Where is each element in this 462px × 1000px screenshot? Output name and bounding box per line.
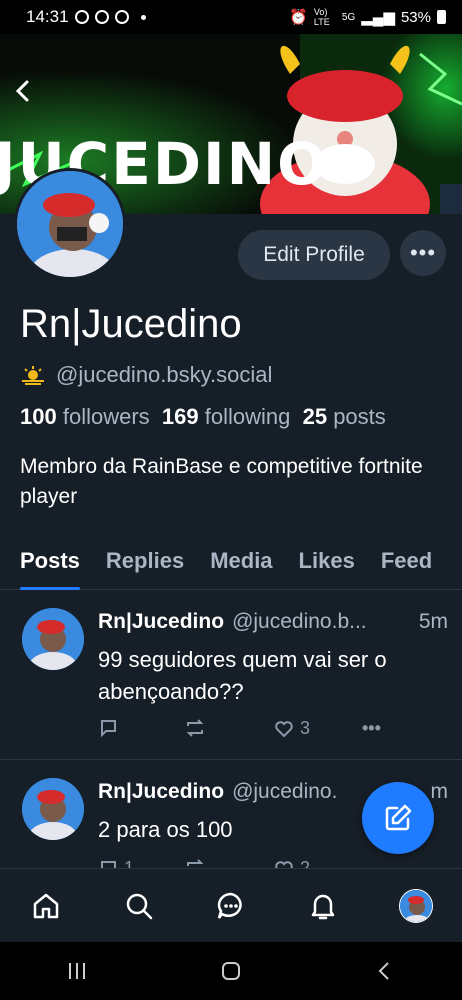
bell-icon xyxy=(312,894,335,919)
battery-text: 53% xyxy=(400,8,431,26)
tab-feed[interactable]: Feed xyxy=(381,540,432,589)
reply-button[interactable] xyxy=(98,718,118,738)
whatsapp-icon xyxy=(74,10,89,24)
compose-icon xyxy=(385,804,412,831)
nav-home[interactable] xyxy=(26,886,66,926)
home-icon xyxy=(33,893,59,918)
post-meta: Rn|Jucedino @jucedino.b... 5m xyxy=(98,610,448,634)
post-time: 5m xyxy=(418,610,448,633)
posts-count: 25 xyxy=(302,404,328,429)
chrome-icon xyxy=(94,10,109,24)
avatar-image xyxy=(22,778,84,840)
sun-haze-icon xyxy=(22,366,44,385)
display-name: Rn|Jucedino xyxy=(20,302,242,346)
chevron-left-icon xyxy=(15,80,29,102)
handle-row: @jucedino.bsky.social xyxy=(20,362,272,388)
tab-likes[interactable]: Likes xyxy=(299,540,355,589)
signal-icon: ▂▄▆ xyxy=(361,9,395,26)
following-label: following xyxy=(204,404,291,429)
avatar-image xyxy=(399,889,432,922)
bottom-nav xyxy=(0,868,462,942)
avatar-image xyxy=(22,608,84,670)
tab-replies[interactable]: Replies xyxy=(106,540,184,589)
more-dots-icon: ••• xyxy=(362,718,381,738)
followers-count: 100 xyxy=(20,404,57,429)
tab-media[interactable]: Media xyxy=(210,540,272,589)
nav-chat[interactable] xyxy=(211,886,251,926)
post-handle[interactable]: @jucedino.b... xyxy=(232,610,409,634)
alarm-icon: ⏰ xyxy=(289,9,308,26)
posts-stat: 25 posts xyxy=(303,404,386,429)
avatar-image xyxy=(17,171,123,277)
post-author[interactable]: Rn|Jucedino xyxy=(98,610,224,634)
like-button[interactable]: 3 xyxy=(274,718,310,739)
nav-profile[interactable] xyxy=(396,886,436,926)
network-text: 5G xyxy=(341,11,356,23)
tab-posts[interactable]: Posts xyxy=(20,540,80,590)
post-author[interactable]: Rn|Jucedino xyxy=(98,780,224,804)
profile-bio: Membro da RainBase e competitive fortnit… xyxy=(20,455,423,508)
chrome-icon xyxy=(114,10,129,24)
status-bar: 14:31 ⏰ Vo) LTE 5G ▂▄▆ 53% xyxy=(0,0,462,34)
feed-post[interactable]: Rn|Jucedino @jucedino.b... 5m 99 seguido… xyxy=(0,590,462,760)
post-avatar[interactable] xyxy=(22,778,84,840)
more-options-button[interactable]: ••• xyxy=(400,230,446,276)
notification-dot-icon xyxy=(140,14,146,20)
repost-button[interactable] xyxy=(184,718,206,738)
nav-notifications[interactable] xyxy=(303,886,343,926)
search-icon xyxy=(126,893,152,919)
following-count: 169 xyxy=(161,404,199,429)
home-button-icon[interactable] xyxy=(219,959,243,983)
compose-post-button[interactable] xyxy=(362,782,434,854)
chat-icon xyxy=(217,892,242,919)
post-time: m xyxy=(430,780,449,803)
profile-avatar[interactable] xyxy=(14,168,126,280)
back-icon[interactable] xyxy=(373,959,397,983)
nav-search[interactable] xyxy=(119,886,159,926)
post-avatar[interactable] xyxy=(22,608,84,670)
system-nav-bar xyxy=(0,942,462,1000)
heart-icon xyxy=(275,720,293,737)
like-count: 3 xyxy=(300,718,311,738)
post-more-button[interactable]: ••• xyxy=(362,718,381,739)
posts-label: posts xyxy=(333,404,386,429)
post-actions: 3 ••• xyxy=(98,718,398,742)
more-dots-icon: ••• xyxy=(409,240,437,265)
status-time: 14:31 xyxy=(26,7,69,26)
repost-icon xyxy=(186,719,204,737)
reply-icon xyxy=(101,720,116,738)
followers-label: followers xyxy=(62,404,150,429)
profile-stats: 100 followers 169 following 25 posts xyxy=(20,404,386,430)
profile-avatar xyxy=(398,888,433,923)
recent-apps-icon[interactable] xyxy=(65,959,89,983)
back-button[interactable] xyxy=(12,76,36,106)
battery-icon xyxy=(437,10,446,24)
followers-link[interactable]: 100 followers xyxy=(20,404,150,429)
edit-profile-button[interactable]: Edit Profile xyxy=(238,230,390,280)
post-text: 99 seguidores quem vai ser o abençoando?… xyxy=(98,647,387,704)
handle-text: @jucedino.bsky.social xyxy=(56,362,273,387)
profile-tabs: Posts Replies Media Likes Feed xyxy=(0,540,462,590)
following-link[interactable]: 169 following xyxy=(162,404,290,429)
volte-text: Vo) LTE xyxy=(313,7,330,27)
